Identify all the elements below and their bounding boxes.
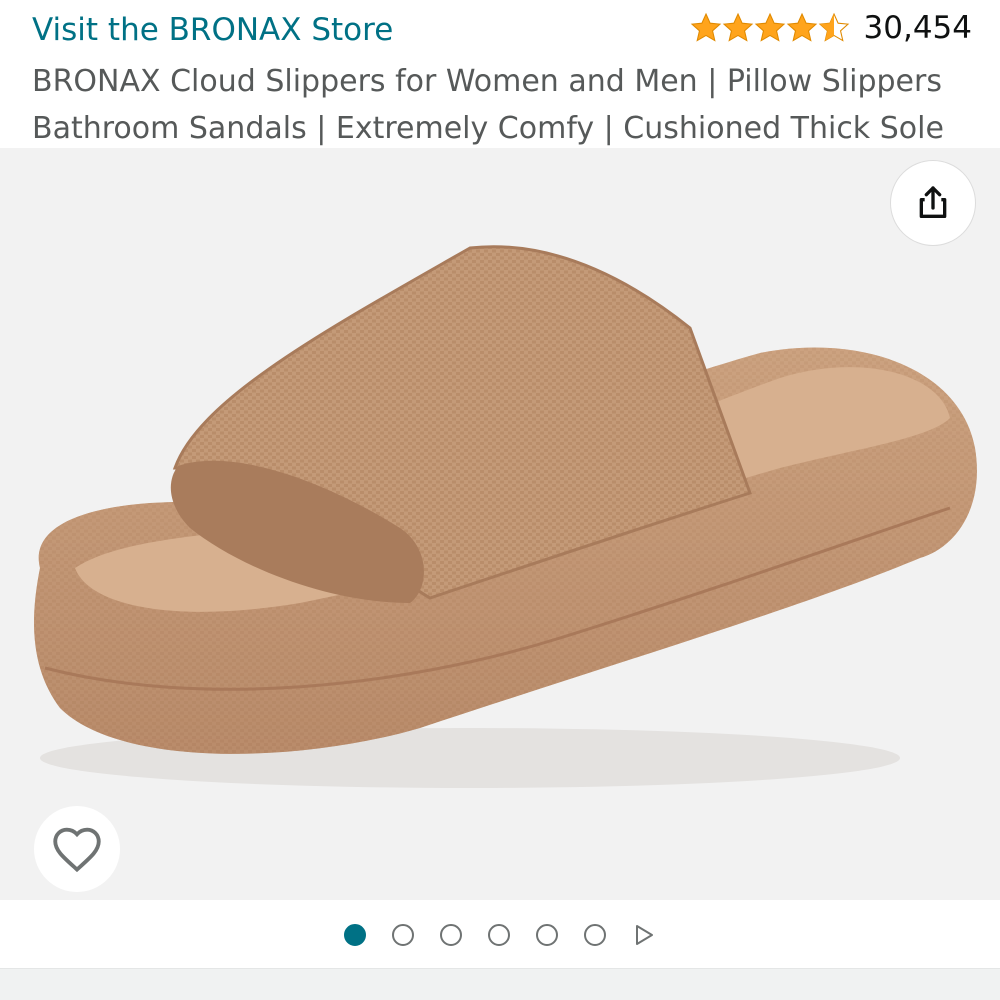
wishlist-button[interactable]: [34, 806, 120, 892]
pager-dot[interactable]: [488, 924, 510, 946]
star-rating: [690, 12, 850, 44]
star-full-icon: [754, 12, 785, 42]
store-link[interactable]: Visit the BRONAX Store: [32, 12, 393, 48]
product-header: Visit the BRONAX Store 30,454 BRONAX Clo…: [0, 0, 1000, 150]
pager-dot[interactable]: [392, 924, 414, 946]
pager-dot[interactable]: [536, 924, 558, 946]
star-full-icon: [786, 12, 817, 42]
product-image-gallery[interactable]: [0, 148, 1000, 900]
play-triangle-icon[interactable]: [632, 923, 656, 947]
share-icon: [919, 186, 947, 218]
share-button[interactable]: [890, 160, 976, 246]
rating-summary[interactable]: 30,454: [690, 10, 972, 46]
heart-icon: [53, 827, 101, 873]
pager-dot[interactable]: [584, 924, 606, 946]
rating-count: 30,454: [863, 10, 972, 46]
product-title: BRONAX Cloud Slippers for Women and Men …: [32, 64, 944, 146]
image-pager: [0, 900, 1000, 970]
section-divider: [0, 968, 1000, 1000]
pager-dot-active[interactable]: [344, 924, 366, 946]
pager-dot[interactable]: [440, 924, 462, 946]
star-half-icon: [818, 12, 849, 42]
star-full-icon: [722, 12, 753, 42]
product-image[interactable]: [0, 148, 1000, 900]
star-full-icon: [690, 12, 721, 42]
